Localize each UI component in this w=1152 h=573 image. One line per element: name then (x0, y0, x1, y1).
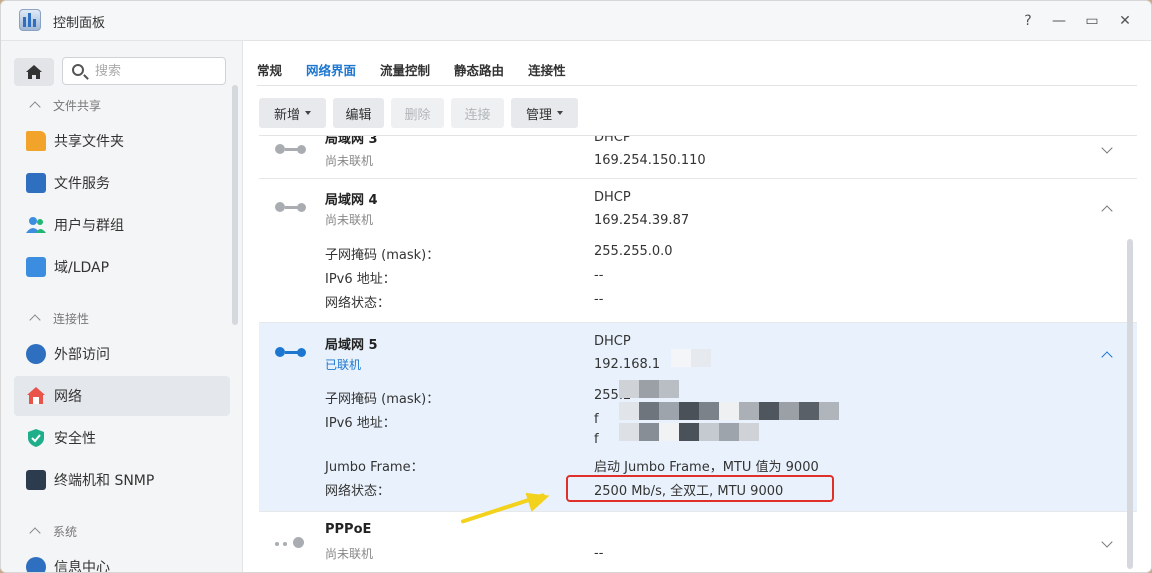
minimize-icon[interactable]: — (1048, 10, 1070, 32)
search-icon (72, 64, 84, 76)
domain-ldap-icon (26, 257, 46, 277)
interface-row-pppoe[interactable]: PPPoE 尚未联机 -- (259, 512, 1137, 572)
search-input[interactable] (95, 62, 219, 80)
toolbar: 新增 编辑 删除 连接 管理 (259, 98, 585, 128)
edit-button[interactable]: 编辑 (333, 98, 384, 128)
sidebar-item-domain-ldap[interactable]: 域/LDAP (14, 247, 230, 287)
info-icon (26, 557, 46, 572)
close-icon[interactable]: ✕ (1114, 10, 1136, 32)
tab-static-route[interactable]: 静态路由 (454, 51, 504, 85)
sidebar-item-shared-folder[interactable]: 共享文件夹 (14, 121, 230, 161)
section-header-connectivity[interactable]: 连接性 (29, 309, 89, 327)
port-connected-icon (275, 345, 309, 359)
redacted-mosaic (619, 402, 839, 420)
sidebar-item-file-services[interactable]: 文件服务 (14, 163, 230, 203)
tab-bar: 常规 网络界面 流量控制 静态路由 连接性 (257, 51, 590, 85)
control-panel-window: 控制面板 ? — ▭ ✕ 文件共享 共享文件夹 文件服务 用户与 (0, 0, 1152, 573)
sidebar-item-users-groups[interactable]: 用户与群组 (14, 205, 230, 245)
manage-button[interactable]: 管理 (511, 98, 578, 128)
list-scrollbar[interactable] (1127, 239, 1133, 569)
tab-network-interface[interactable]: 网络界面 (306, 51, 356, 85)
connect-button[interactable]: 连接 (451, 98, 504, 128)
add-button[interactable]: 新增 (259, 98, 326, 128)
chevron-up-icon (29, 527, 41, 539)
network-home-icon (26, 386, 46, 406)
interface-list: 局域网 3 尚未联机 DHCP 169.254.150.110 局域网 4 尚未… (259, 135, 1137, 572)
chevron-down-icon[interactable] (1101, 142, 1113, 154)
tabs-divider (257, 85, 1137, 86)
chevron-up-icon[interactable] (1101, 205, 1113, 217)
delete-button[interactable]: 删除 (391, 98, 444, 128)
annotation-highlight-box (566, 475, 834, 502)
port-disconnected-icon (275, 200, 309, 214)
sidebar-item-external-access[interactable]: 外部访问 (14, 334, 230, 374)
help-icon[interactable]: ? (1017, 10, 1039, 32)
external-access-icon (26, 344, 46, 364)
interface-row-lan3[interactable]: 局域网 3 尚未联机 DHCP 169.254.150.110 (259, 136, 1137, 179)
title-bar: 控制面板 ? — ▭ ✕ (1, 1, 1151, 41)
pppoe-arrow-icon (275, 534, 309, 554)
maximize-icon[interactable]: ▭ (1081, 10, 1103, 32)
port-disconnected-icon (275, 142, 309, 156)
chevron-up-icon (29, 314, 41, 326)
tab-connectivity[interactable]: 连接性 (528, 51, 566, 85)
redacted-mosaic (619, 423, 759, 441)
redacted-mosaic (619, 380, 679, 398)
tab-general[interactable]: 常规 (257, 51, 282, 85)
control-panel-app-icon (19, 9, 41, 31)
folder-icon (26, 131, 46, 151)
users-icon (26, 215, 46, 235)
redacted-mosaic (671, 349, 711, 367)
chevron-down-icon[interactable] (1101, 536, 1113, 548)
chevron-up-icon (29, 101, 41, 113)
sidebar: 文件共享 共享文件夹 文件服务 用户与群组 域/LDAP 连接性 外部访问 (1, 41, 243, 572)
section-header-file-sharing[interactable]: 文件共享 (29, 96, 101, 114)
home-icon (26, 65, 42, 79)
sidebar-item-security[interactable]: 安全性 (14, 418, 230, 458)
search-box[interactable] (62, 57, 226, 85)
section-header-system[interactable]: 系统 (29, 522, 77, 540)
file-services-icon (26, 173, 46, 193)
tab-traffic-control[interactable]: 流量控制 (380, 51, 430, 85)
caret-down-icon (305, 111, 311, 115)
home-button[interactable] (14, 58, 54, 86)
sidebar-item-terminal-snmp[interactable]: 终端机和 SNMP (14, 460, 230, 500)
sidebar-item-network[interactable]: 网络 (14, 376, 230, 416)
caret-down-icon (557, 111, 563, 115)
chevron-up-icon[interactable] (1101, 351, 1113, 363)
shield-icon (26, 428, 46, 448)
sidebar-item-info-center[interactable]: 信息中心 (14, 547, 230, 572)
terminal-icon (26, 470, 46, 490)
sidebar-scrollbar[interactable] (232, 85, 238, 325)
window-title: 控制面板 (53, 16, 106, 31)
interface-row-lan4[interactable]: 局域网 4 尚未联机 DHCP 169.254.39.87 子网掩码 (mask… (259, 179, 1137, 323)
